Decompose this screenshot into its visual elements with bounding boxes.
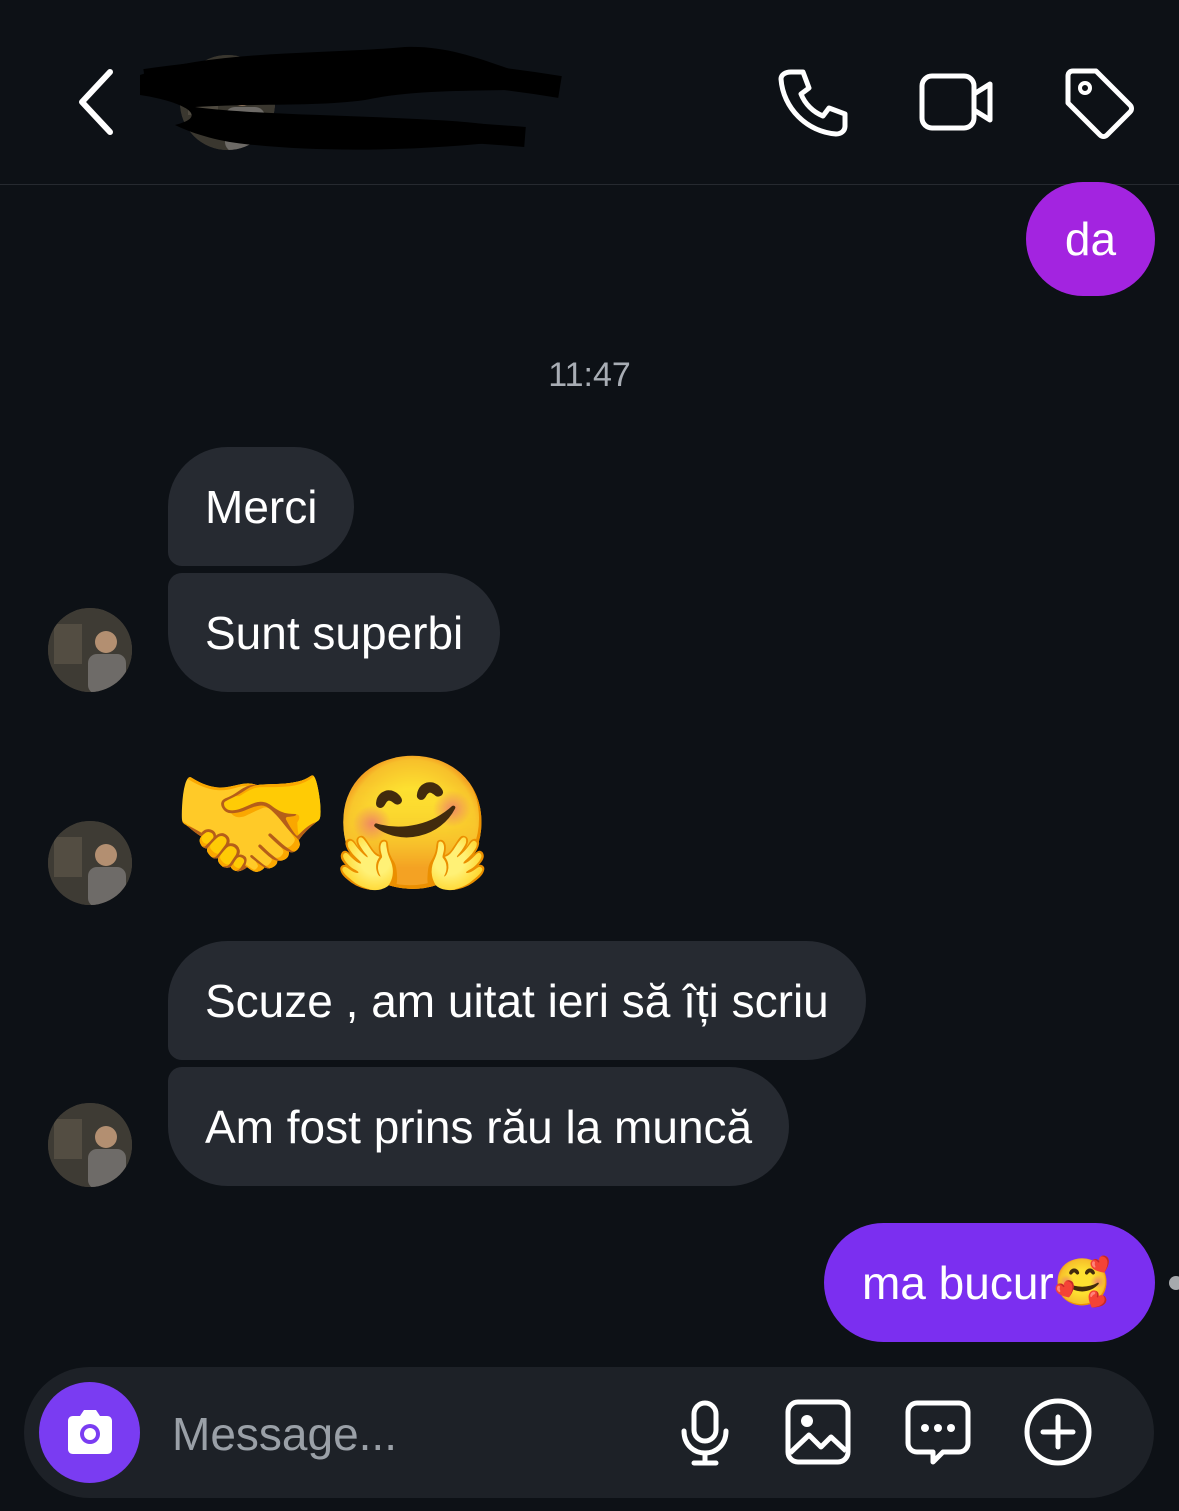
chat-header xyxy=(0,0,1179,185)
camera-button[interactable] xyxy=(39,1382,140,1483)
sender-avatar[interactable] xyxy=(48,608,132,692)
phone-icon xyxy=(778,69,848,137)
back-arrow-icon xyxy=(79,69,113,135)
emoji-message[interactable]: 🤝🤗 xyxy=(170,748,494,898)
sticker-chat-icon xyxy=(905,1400,971,1465)
message-input[interactable] xyxy=(170,1395,644,1472)
camera-icon xyxy=(67,1409,112,1454)
tag-icon xyxy=(1065,68,1134,139)
incoming-message[interactable]: Sunt superbi xyxy=(168,573,501,692)
sticker-button[interactable] xyxy=(903,1397,973,1467)
read-indicator xyxy=(1169,1276,1179,1290)
redaction-scribble xyxy=(140,46,562,150)
audio-call-button[interactable] xyxy=(773,62,853,142)
message-text: Am fost prins rău la muncă xyxy=(205,1100,753,1153)
hugging-face-emoji: 🤗 xyxy=(331,750,494,896)
smiling-face-hearts-emoji: 🥰 xyxy=(1053,1256,1111,1308)
message-text: da xyxy=(1064,213,1117,265)
incoming-message[interactable]: Scuze , am uitat ieri să îți scriu xyxy=(168,941,866,1060)
tag-button[interactable] xyxy=(1058,62,1138,142)
video-call-button[interactable] xyxy=(916,62,996,142)
more-options-button[interactable] xyxy=(1023,1397,1093,1467)
sender-avatar[interactable] xyxy=(48,1103,132,1187)
plus-icon xyxy=(1024,1398,1092,1466)
handshake-emoji: 🤝 xyxy=(170,750,332,896)
voice-message-button[interactable] xyxy=(670,1397,740,1467)
message-text: Scuze , am uitat ieri să îți scriu xyxy=(205,974,829,1027)
incoming-message[interactable]: Am fost prins rău la muncă xyxy=(168,1067,790,1186)
message-text: ma bucur xyxy=(861,1256,1054,1309)
message-text: Sunt superbi xyxy=(205,606,464,659)
back-button[interactable] xyxy=(70,62,130,142)
video-camera-icon xyxy=(919,73,993,131)
microphone-icon xyxy=(681,1400,729,1466)
gallery-button[interactable] xyxy=(783,1397,853,1467)
outgoing-message[interactable]: ma bucur 🥰 xyxy=(823,1223,1155,1342)
gallery-icon xyxy=(785,1399,851,1465)
message-text: Merci xyxy=(205,480,318,533)
sender-avatar[interactable] xyxy=(48,821,132,905)
message-timestamp: 11:47 xyxy=(548,356,631,394)
outgoing-message[interactable]: da xyxy=(1026,182,1155,296)
incoming-message[interactable]: Merci xyxy=(168,447,355,566)
